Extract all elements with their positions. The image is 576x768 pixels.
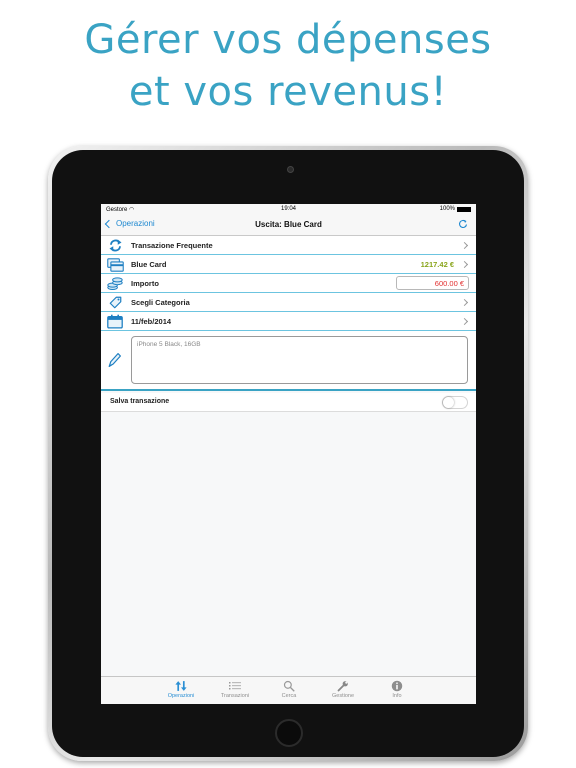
tab-operazioni[interactable]: Operazioni (161, 680, 201, 699)
account-balance: 1217.42 € (420, 260, 454, 269)
row-category[interactable]: Scegli Categoria (101, 293, 476, 312)
tab-label: Cerca (281, 693, 297, 699)
tab-label: Gestione (331, 693, 354, 699)
info-icon (377, 680, 417, 692)
headline-line-2: et vos revenus! (128, 69, 448, 115)
headline: Gérer vos dépenses et vos revenus! (0, 14, 576, 118)
card-icon (106, 256, 124, 273)
status-battery: 100% (440, 206, 471, 212)
chevron-right-icon (460, 241, 469, 250)
tab-label: Operazioni (167, 693, 195, 699)
tab-label: Transazioni (220, 693, 250, 699)
app-screen: Gestore ◠ 19:04 100% Operazioni Uscita: … (101, 204, 476, 704)
updown-arrows-icon (161, 680, 201, 692)
row-date[interactable]: 11/feb/2014 (101, 312, 476, 331)
save-transaction-row: Salva transazione (101, 393, 476, 412)
home-button[interactable] (275, 719, 303, 747)
amount-input[interactable]: 600.00 € (396, 276, 469, 290)
tab-label: Info (392, 693, 402, 699)
tab-cerca[interactable]: Cerca (269, 680, 309, 699)
row-label: Importo (131, 279, 159, 288)
chevron-right-icon (460, 298, 469, 307)
save-transaction-toggle[interactable] (442, 396, 468, 409)
note-textarea[interactable]: iPhone 5 Black, 16GB (131, 336, 468, 384)
coins-icon (106, 275, 124, 292)
battery-icon (457, 206, 471, 212)
repeat-icon (106, 237, 124, 254)
search-icon (269, 680, 309, 692)
tab-gestione[interactable]: Gestione (323, 680, 363, 699)
tag-icon (106, 294, 124, 311)
row-account[interactable]: Blue Card 1217.42 € (101, 255, 476, 274)
row-label: Scegli Categoria (131, 298, 190, 307)
row-frequent-transaction[interactable]: Transazione Frequente (101, 236, 476, 255)
wrench-icon (323, 680, 363, 692)
page-title: Uscita: Blue Card (255, 220, 322, 229)
save-transaction-label: Salva transazione (110, 398, 170, 405)
pencil-icon (106, 351, 124, 369)
tab-info[interactable]: Info (377, 680, 417, 699)
chevron-right-icon (460, 317, 469, 326)
note-row: iPhone 5 Black, 16GB (101, 331, 476, 391)
camera-icon (287, 166, 294, 173)
tab-transazioni[interactable]: Transazioni (215, 680, 255, 699)
status-bar: Gestore ◠ 19:04 100% (101, 204, 476, 215)
row-label: Blue Card (131, 260, 167, 269)
calendar-icon (106, 313, 124, 330)
row-amount: Importo 600.00 € (101, 274, 476, 293)
headline-line-1: Gérer vos dépenses (84, 17, 492, 63)
refresh-icon[interactable] (458, 219, 468, 229)
chevron-right-icon (460, 260, 469, 269)
tab-bar: Operazioni Transazioni Cerca Gestione In… (101, 676, 476, 704)
list-icon (215, 680, 255, 692)
navigation-bar: Operazioni Uscita: Blue Card (101, 215, 476, 236)
row-label: Transazione Frequente (131, 241, 213, 250)
toggle-knob (443, 397, 454, 408)
status-time: 19:04 (280, 206, 296, 212)
form-rows: Transazione Frequente Blue Card 1217.42 … (101, 236, 476, 331)
row-label: 11/feb/2014 (131, 317, 172, 326)
